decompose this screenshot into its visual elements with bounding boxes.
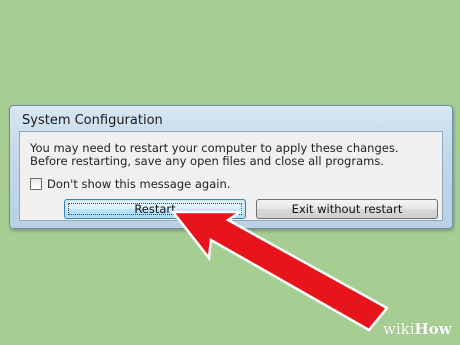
system-configuration-dialog: System Configuration You may need to res… bbox=[9, 105, 453, 229]
exit-button-label: Exit without restart bbox=[291, 201, 403, 216]
dont-show-again-label[interactable]: Don't show this message again. bbox=[47, 177, 230, 191]
red-arrow-icon bbox=[170, 210, 389, 332]
focus-indicator bbox=[68, 203, 242, 215]
watermark-how: How bbox=[414, 320, 452, 338]
dialog-title: System Configuration bbox=[22, 113, 163, 128]
message-line-2: Before restarting, save any open files a… bbox=[30, 154, 384, 168]
watermark-wiki: wiki bbox=[383, 320, 415, 338]
title-bar[interactable]: System Configuration bbox=[10, 106, 452, 131]
dialog-content: You may need to restart your computer to… bbox=[19, 131, 443, 221]
wikihow-watermark: wikiHow bbox=[383, 320, 452, 338]
dont-show-again-checkbox[interactable] bbox=[30, 178, 42, 190]
restart-button[interactable]: Restart bbox=[64, 199, 246, 219]
exit-without-restart-button[interactable]: Exit without restart bbox=[256, 199, 438, 219]
